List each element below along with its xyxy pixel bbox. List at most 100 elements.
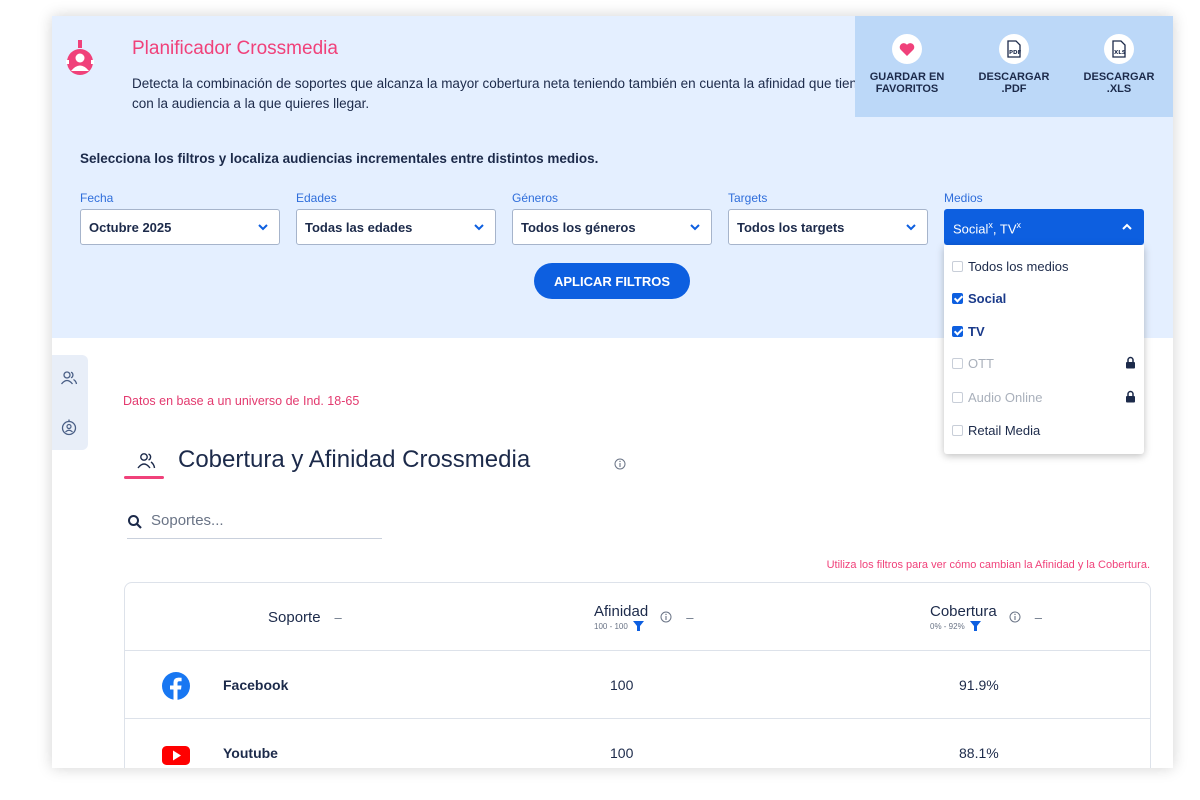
column-label: Cobertura bbox=[930, 603, 997, 620]
universe-note: Datos en base a un universo de Ind. 18-6… bbox=[123, 394, 360, 408]
filters-heading: Selecciona los filtros y localiza audien… bbox=[80, 151, 599, 166]
info-icon[interactable] bbox=[660, 611, 672, 623]
afinidad-range: 100 - 100 bbox=[594, 621, 628, 631]
side-tab bbox=[52, 355, 88, 450]
search-input[interactable] bbox=[151, 512, 371, 529]
targets-label: Targets bbox=[728, 191, 768, 205]
people-icon bbox=[137, 453, 156, 469]
table-header: Soporte – Afinidad 100 - 100 – Cobertura… bbox=[125, 583, 1150, 651]
medios-option-todos[interactable]: Todos los medios bbox=[952, 256, 1136, 276]
row-cobertura: 88.1% bbox=[959, 745, 999, 761]
checkbox[interactable] bbox=[952, 424, 963, 436]
option-label: Social bbox=[968, 290, 1007, 306]
column-afinidad[interactable]: Afinidad 100 - 100 – bbox=[594, 583, 693, 651]
row-cobertura: 91.9% bbox=[959, 677, 999, 693]
checkbox-disabled bbox=[952, 391, 963, 403]
download-pdf-button[interactable]: PDF Descargar .PDF bbox=[964, 34, 1064, 95]
chevron-down-icon bbox=[690, 224, 700, 231]
pdf-label-1: Descargar bbox=[978, 71, 1050, 83]
medios-option-social[interactable]: Social bbox=[952, 288, 1136, 308]
medios-option-tv[interactable]: TV bbox=[952, 321, 1136, 341]
generos-value: Todos los géneros bbox=[521, 220, 636, 235]
fecha-select[interactable]: Octubre 2025 bbox=[80, 209, 280, 245]
section-title: Cobertura y Afinidad Crossmedia bbox=[178, 446, 531, 473]
fecha-value: Octubre 2025 bbox=[89, 220, 172, 235]
remove-tv-icon[interactable]: x bbox=[1017, 220, 1022, 230]
svg-text:XLS: XLS bbox=[1114, 50, 1126, 56]
medios-option-audio-online: Audio Online bbox=[952, 387, 1136, 407]
cobertura-range: 0% - 92% bbox=[930, 621, 965, 631]
option-label: Todos los medios bbox=[968, 258, 1069, 274]
filter-icon[interactable] bbox=[969, 621, 981, 631]
checkbox-checked[interactable] bbox=[952, 292, 963, 304]
option-label: Audio Online bbox=[968, 389, 1043, 405]
search-field bbox=[127, 506, 382, 539]
youtube-icon bbox=[162, 746, 190, 765]
edades-select[interactable]: Todas las edades bbox=[296, 209, 496, 245]
sort-indicator[interactable]: – bbox=[335, 610, 342, 625]
svg-text:PDF: PDF bbox=[1009, 50, 1022, 56]
medios-chip-social: Social bbox=[953, 221, 989, 237]
option-label: TV bbox=[968, 323, 985, 339]
apply-filters-button[interactable]: Aplicar filtros bbox=[534, 263, 690, 299]
info-icon[interactable] bbox=[1009, 611, 1021, 623]
edades-value: Todas las edades bbox=[305, 220, 413, 235]
save-label-1: Guardar en bbox=[869, 71, 945, 83]
pdf-icon: PDF bbox=[1007, 40, 1022, 58]
lock-icon bbox=[1126, 356, 1135, 369]
medios-option-ott: OTT bbox=[952, 353, 1136, 373]
app-title: Planificador Crossmedia bbox=[132, 38, 338, 59]
actions-panel: Guardar en favoritos PDF Descargar .PDF XL… bbox=[855, 16, 1173, 117]
xls-label-1: Descargar bbox=[1083, 71, 1155, 83]
sort-indicator[interactable]: – bbox=[686, 610, 693, 625]
medios-selected-value: Socialx, TVx bbox=[953, 220, 1022, 237]
medios-select[interactable]: Socialx, TVx bbox=[944, 209, 1144, 245]
option-label: OTT bbox=[968, 355, 994, 371]
checkbox[interactable] bbox=[952, 260, 963, 272]
table-row[interactable]: Facebook 100 91.9% bbox=[125, 651, 1150, 719]
app-description: Detecta la combinación de soportes que a… bbox=[132, 76, 872, 111]
coverage-table: Soporte – Afinidad 100 - 100 – Cobertura… bbox=[124, 582, 1151, 768]
table-row[interactable]: Youtube 100 88.1% bbox=[125, 719, 1150, 768]
edades-label: Edades bbox=[296, 191, 337, 205]
medios-option-retail-media[interactable]: Retail Media bbox=[952, 420, 1136, 440]
save-favorites-button[interactable]: Guardar en favoritos bbox=[857, 34, 957, 95]
chevron-down-icon bbox=[906, 224, 916, 231]
column-soporte[interactable]: Soporte – bbox=[268, 583, 342, 651]
heart-icon bbox=[899, 42, 915, 56]
save-label-2: favoritos bbox=[875, 83, 939, 95]
info-icon[interactable] bbox=[614, 458, 626, 470]
medios-dropdown: Todos los medios Social TV OTT Audio Onl… bbox=[944, 245, 1144, 454]
targets-value: Todos los targets bbox=[737, 220, 845, 235]
checkbox-disabled bbox=[952, 357, 963, 369]
column-label: Soporte bbox=[268, 608, 321, 626]
people-icon[interactable] bbox=[60, 369, 78, 387]
fecha-label: Fecha bbox=[80, 191, 114, 205]
checkbox-checked[interactable] bbox=[952, 325, 963, 337]
filter-icon[interactable] bbox=[632, 621, 644, 631]
xls-label-2: .XLS bbox=[1106, 83, 1132, 95]
generos-label: Géneros bbox=[512, 191, 559, 205]
chevron-up-icon bbox=[1122, 223, 1132, 230]
lock-icon bbox=[1126, 390, 1135, 403]
sort-indicator[interactable]: – bbox=[1035, 610, 1042, 625]
row-soporte: Youtube bbox=[223, 745, 278, 761]
remove-social-icon[interactable]: x bbox=[988, 220, 993, 230]
xls-icon: XLS bbox=[1112, 40, 1126, 58]
pdf-label-2: .PDF bbox=[1001, 83, 1027, 95]
option-label: Retail Media bbox=[968, 422, 1041, 438]
chevron-down-icon bbox=[258, 224, 268, 231]
row-afinidad: 100 bbox=[610, 745, 634, 761]
generos-select[interactable]: Todos los géneros bbox=[512, 209, 712, 245]
download-xls-button[interactable]: XLS Descargar .XLS bbox=[1069, 34, 1169, 95]
targets-select[interactable]: Todos los targets bbox=[728, 209, 928, 245]
column-label: Afinidad bbox=[594, 603, 649, 620]
medios-label: Medios bbox=[944, 191, 983, 205]
facebook-icon bbox=[162, 672, 190, 700]
search-icon bbox=[128, 515, 142, 529]
column-cobertura[interactable]: Cobertura 0% - 92% – bbox=[930, 583, 1042, 651]
medios-chip-tv: TV bbox=[999, 221, 1017, 237]
main-card: Planificador Crossmedia Detecta la combi… bbox=[52, 16, 1173, 768]
target-person-icon[interactable] bbox=[60, 419, 78, 437]
row-afinidad: 100 bbox=[610, 677, 634, 693]
